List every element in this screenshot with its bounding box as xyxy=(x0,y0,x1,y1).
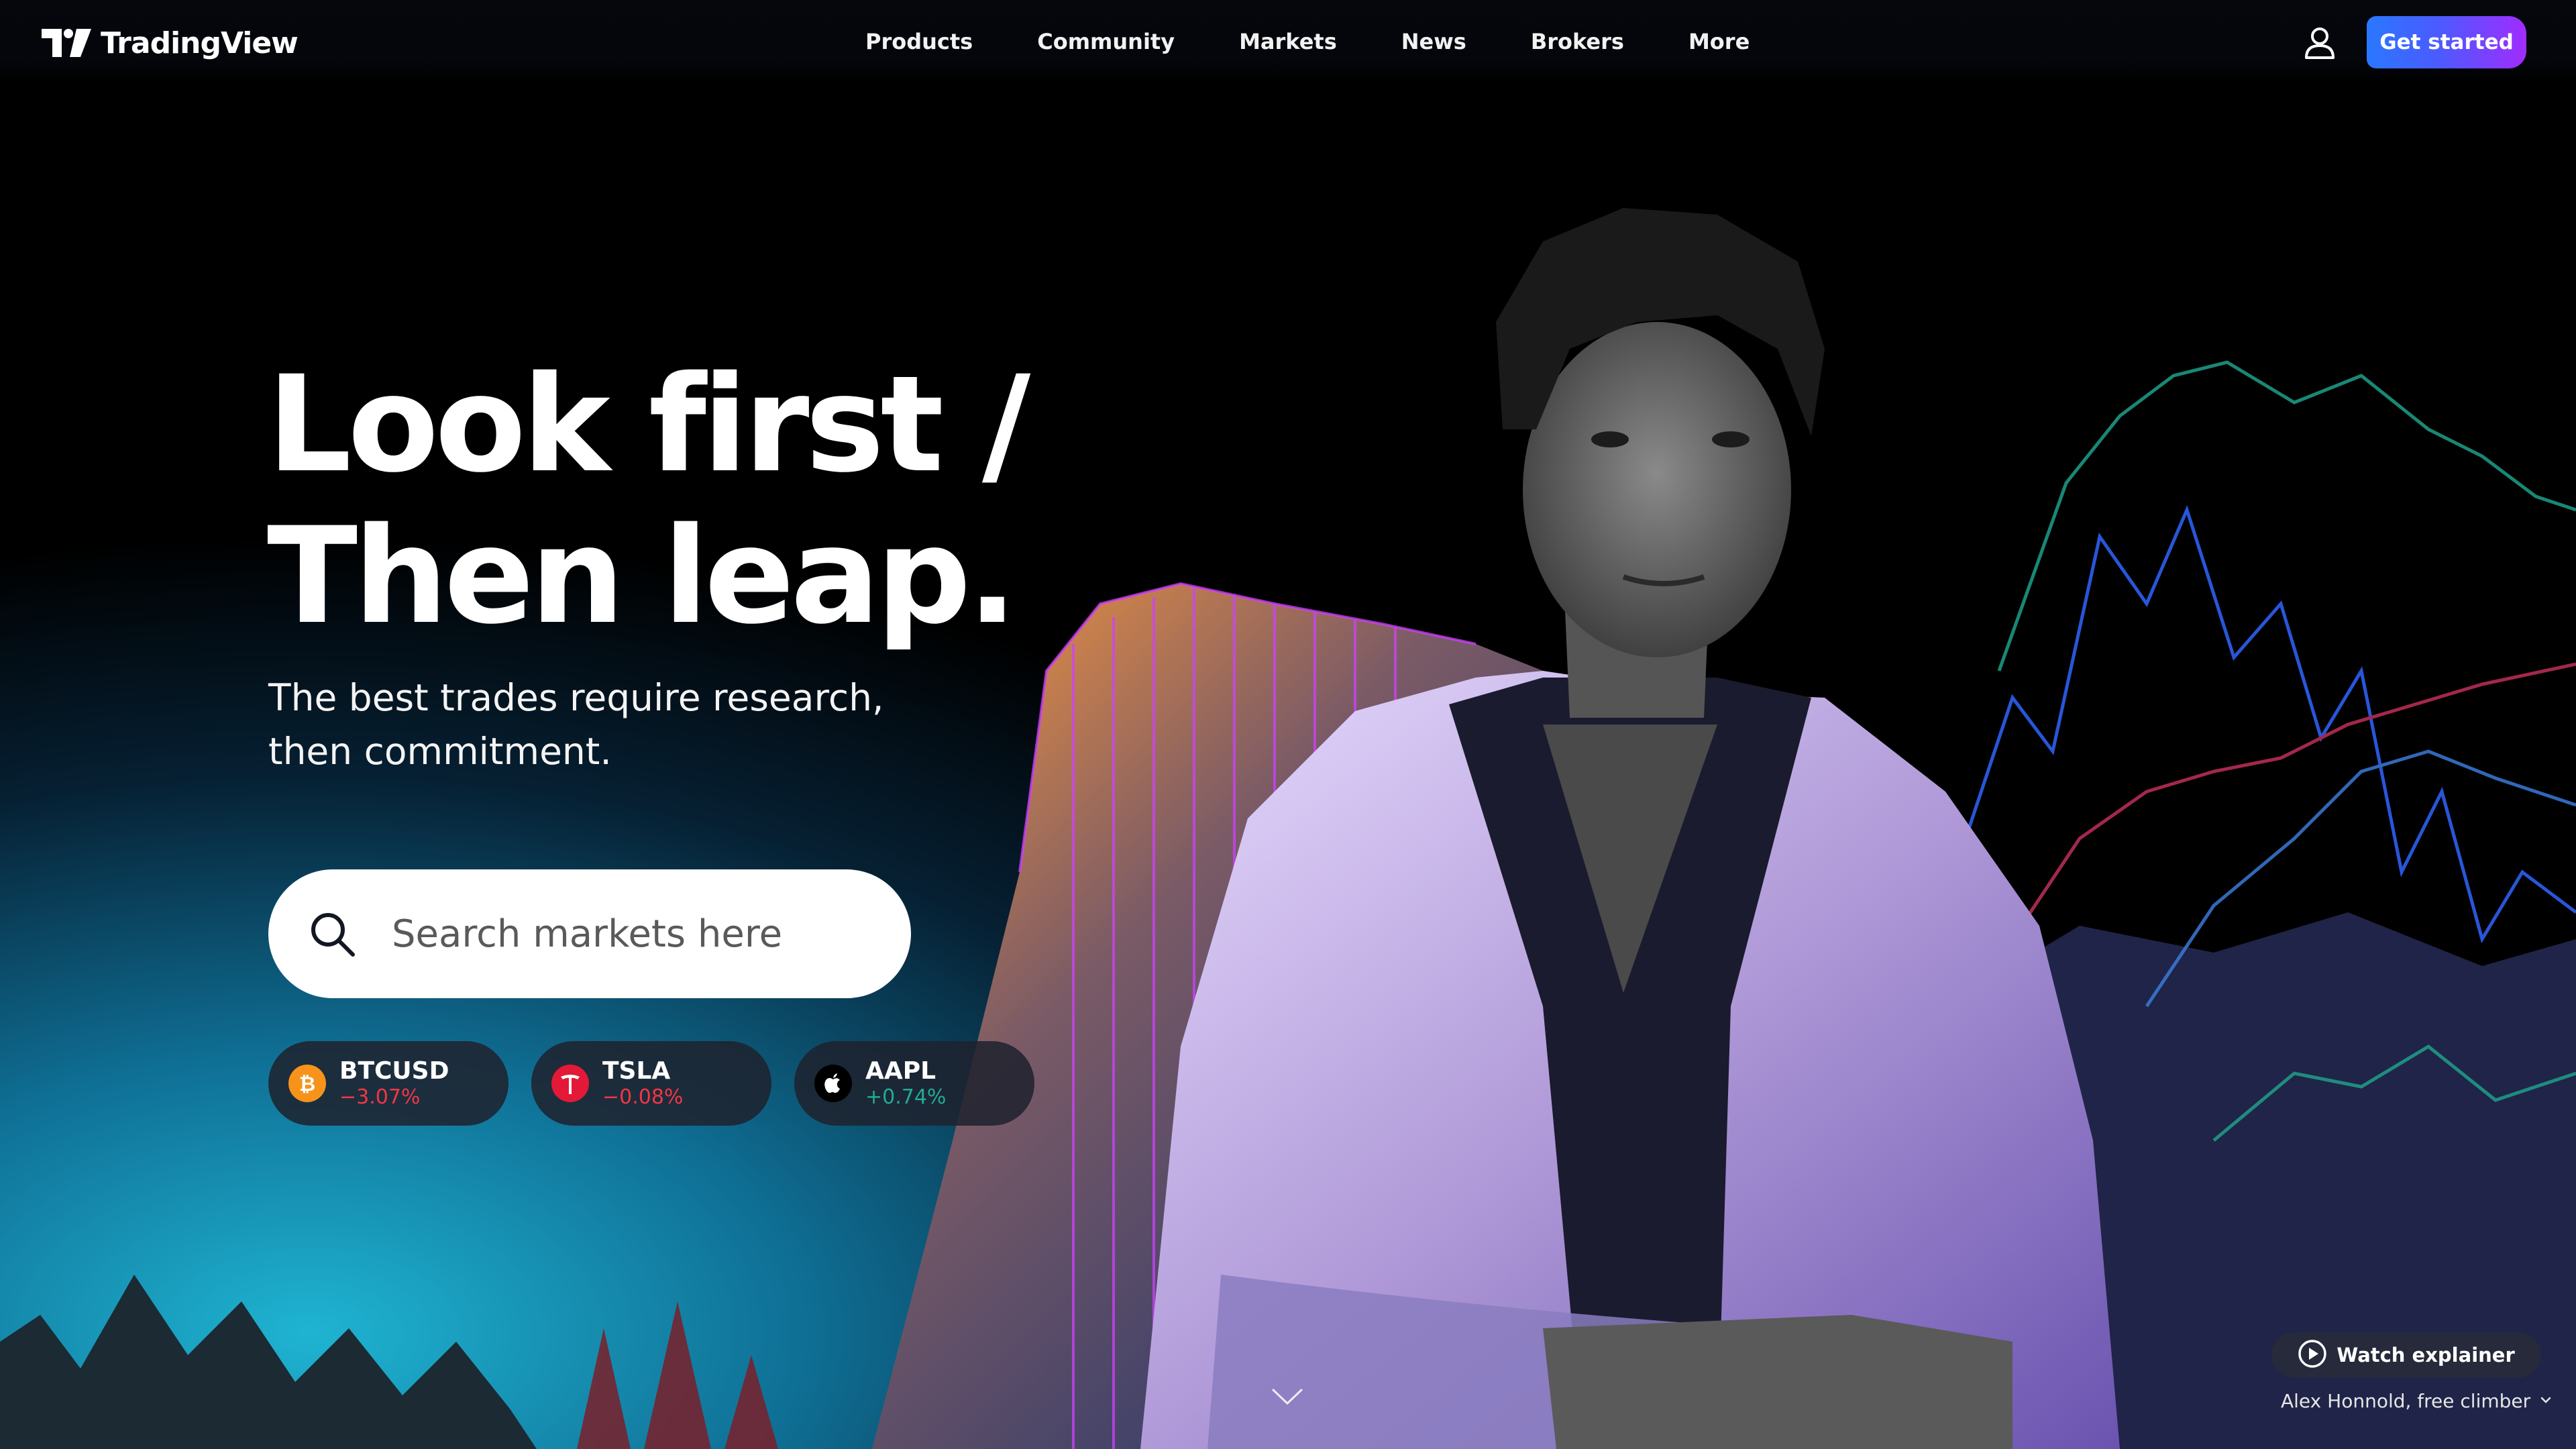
nav-more[interactable]: More xyxy=(1688,25,1750,58)
chevron-down-icon xyxy=(2538,1393,2553,1410)
apple-icon xyxy=(814,1065,852,1102)
ticker-text: AAPL +0.74% xyxy=(865,1057,946,1110)
ticker-chip-btcusd[interactable]: ₿ BTCUSD −3.07% xyxy=(268,1041,508,1126)
nav-products[interactable]: Products xyxy=(865,25,973,58)
hero-subheading: The best trades require research, then c… xyxy=(268,676,884,773)
ticker-symbol: AAPL xyxy=(865,1057,936,1085)
ticker-symbol: TSLA xyxy=(602,1057,671,1085)
brand-logo[interactable]: TradingView xyxy=(42,24,299,62)
ticker-change: −0.08% xyxy=(602,1085,684,1109)
market-search-bar[interactable] xyxy=(268,869,911,998)
scroll-down-icon[interactable] xyxy=(1269,1382,1305,1409)
nav-community[interactable]: Community xyxy=(1037,25,1175,58)
hero-headline: Look first / Then leap. xyxy=(267,349,1072,652)
watch-explainer-label: Watch explainer xyxy=(2337,1344,2515,1366)
search-icon xyxy=(307,909,357,959)
get-started-label: Get started xyxy=(2379,30,2514,54)
ticker-chip-tsla[interactable]: TSLA −0.08% xyxy=(531,1041,771,1126)
top-navbar: TradingView Products Community Markets N… xyxy=(0,0,2576,85)
get-started-button[interactable]: Get started xyxy=(2367,16,2526,68)
nav-markets[interactable]: Markets xyxy=(1239,25,1337,58)
nav-brokers[interactable]: Brokers xyxy=(1531,25,1624,58)
main-nav: Products Community Markets News Brokers … xyxy=(865,25,1750,58)
play-icon xyxy=(2298,1339,2327,1371)
ticker-chip-aapl[interactable]: AAPL +0.74% xyxy=(794,1041,1034,1126)
ticker-symbol: BTCUSD xyxy=(339,1057,449,1085)
bitcoin-icon: ₿ xyxy=(288,1065,326,1102)
search-input[interactable] xyxy=(390,911,863,957)
ticker-text: BTCUSD −3.07% xyxy=(339,1057,449,1110)
watch-explainer-button[interactable]: Watch explainer xyxy=(2271,1332,2541,1378)
headline-line-1: Look first / xyxy=(267,347,1030,502)
photo-credit-label: Alex Honnold, free climber xyxy=(2281,1390,2531,1412)
photo-credit[interactable]: Alex Honnold, free climber xyxy=(2281,1390,2553,1412)
nav-news[interactable]: News xyxy=(1401,25,1466,58)
svg-text:₿: ₿ xyxy=(299,1073,315,1096)
ticker-chips: ₿ BTCUSD −3.07% TSLA −0.08% AAPL +0.74% xyxy=(268,1041,1034,1126)
brand-name: TradingView xyxy=(101,25,299,60)
ticker-change: −3.07% xyxy=(339,1085,421,1109)
ticker-change: +0.74% xyxy=(865,1085,947,1109)
tradingview-logo-icon xyxy=(42,29,91,57)
tesla-icon xyxy=(551,1065,589,1102)
ticker-text: TSLA −0.08% xyxy=(602,1057,683,1110)
headline-line-2: Then leap. xyxy=(267,498,1018,653)
user-icon[interactable] xyxy=(2301,24,2339,62)
